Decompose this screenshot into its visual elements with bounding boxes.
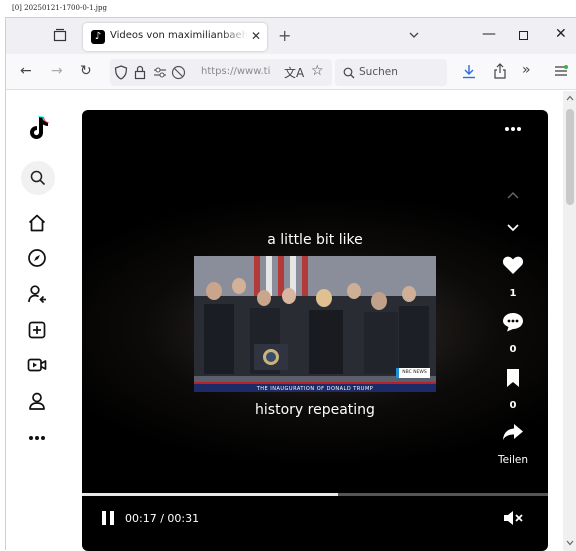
tab-title: Videos von maximilianbaehring [110, 30, 248, 41]
plus-icon[interactable]: + [278, 26, 291, 45]
scroll-thumb[interactable] [566, 109, 574, 205]
url-bar[interactable]: https://www.ti 文A ☆ [110, 59, 332, 86]
forward-arrow-icon[interactable]: → [51, 63, 63, 79]
window-close-icon[interactable]: ✕ [555, 26, 567, 42]
tab-strip: ♪ Videos von maximilianbaehring ✕ + — ✕ [6, 18, 576, 54]
pause-icon[interactable] [100, 509, 116, 527]
reload-icon[interactable]: ↻ [80, 63, 92, 79]
chevron-down-icon[interactable] [506, 223, 520, 233]
tab-tiktok[interactable]: ♪ Videos von maximilianbaehring ✕ [83, 23, 267, 51]
tracking-protection-icon[interactable] [171, 65, 186, 80]
live-icon [27, 358, 47, 372]
video-frame: NBC NEWS THE INAUGURATION OF DONALD TRUM… [194, 256, 436, 392]
heart-icon[interactable] [502, 255, 524, 275]
more-options-icon[interactable] [502, 126, 524, 132]
profile-icon [29, 392, 45, 410]
home-icon [28, 214, 46, 232]
overflow-icon[interactable]: » [522, 62, 531, 78]
chevron-up-icon[interactable] [506, 190, 520, 200]
mute-icon[interactable] [502, 509, 524, 527]
news-logo: NBC NEWS [396, 368, 430, 378]
sidebar-item-more[interactable] [26, 427, 48, 449]
search-placeholder: Suchen [359, 66, 398, 78]
chevron-down-icon[interactable] [408, 29, 420, 41]
star-icon[interactable]: ☆ [311, 63, 324, 79]
search-icon [30, 170, 46, 186]
share-arrow-icon[interactable] [502, 423, 524, 441]
translate-icon[interactable]: 文A [284, 64, 304, 81]
lock-icon[interactable] [134, 65, 146, 80]
save-count: 0 [509, 400, 517, 411]
like-count: 1 [509, 288, 517, 299]
page-scrollbar[interactable] [563, 91, 576, 551]
sidebar-item-home[interactable] [26, 212, 48, 234]
explore-icon [28, 249, 46, 267]
video-banner: THE INAUGURATION OF DONALD TRUMP [194, 382, 436, 392]
navigation-bar: ← → ↻ https://www.ti 文A ☆ Suchen » [6, 54, 576, 90]
bookmark-icon[interactable] [506, 368, 520, 388]
scroll-down-icon[interactable] [566, 540, 574, 546]
permissions-icon[interactable] [153, 66, 167, 79]
search-icon [343, 67, 355, 79]
tiktok-icon: ♪ [91, 30, 105, 44]
tab-list-icon[interactable] [53, 28, 67, 42]
video-player[interactable]: a little bit like NBC NEWS THE INAUGURAT… [82, 110, 548, 551]
progress-fill [82, 493, 339, 496]
sidebar-item-following[interactable] [26, 283, 48, 305]
back-arrow-icon[interactable]: ← [20, 63, 32, 79]
sidebar-item-explore[interactable] [26, 247, 48, 269]
sidebar-item-profile[interactable] [26, 390, 48, 412]
tiktok-logo-icon[interactable] [26, 115, 50, 141]
following-icon [28, 285, 46, 304]
video-caption-bottom: history repeating [255, 402, 375, 418]
sidebar-item-upload[interactable] [26, 319, 48, 341]
minimize-icon[interactable]: — [482, 26, 496, 42]
menu-icon[interactable] [554, 65, 568, 77]
progress-bar[interactable] [82, 493, 548, 496]
upload-icon [28, 321, 46, 339]
url-text[interactable]: https://www.ti [201, 66, 273, 77]
scroll-up-icon[interactable] [566, 95, 574, 101]
video-timecode: 00:17 / 00:31 [125, 512, 200, 525]
sidebar-item-live[interactable] [26, 354, 48, 376]
video-caption-top: a little bit like [267, 232, 363, 248]
shield-icon[interactable] [114, 65, 128, 80]
close-icon[interactable]: ✕ [251, 29, 261, 43]
browser-window: ♪ Videos von maximilianbaehring ✕ + — ✕ … [5, 17, 576, 551]
comment-count: 0 [509, 344, 517, 355]
page-content: a little bit like NBC NEWS THE INAUGURAT… [6, 91, 576, 551]
share-icon[interactable] [493, 63, 507, 79]
image-caption: [0] 20250121-1700-0-1.jpg [12, 4, 107, 12]
maximize-icon[interactable] [519, 31, 528, 40]
search-box[interactable]: Suchen [335, 59, 447, 86]
share-label[interactable]: Teilen [493, 454, 533, 466]
more-icon [29, 436, 45, 440]
download-icon[interactable] [462, 64, 476, 79]
sidebar-search-button[interactable] [21, 161, 55, 195]
comment-icon[interactable] [502, 312, 524, 332]
